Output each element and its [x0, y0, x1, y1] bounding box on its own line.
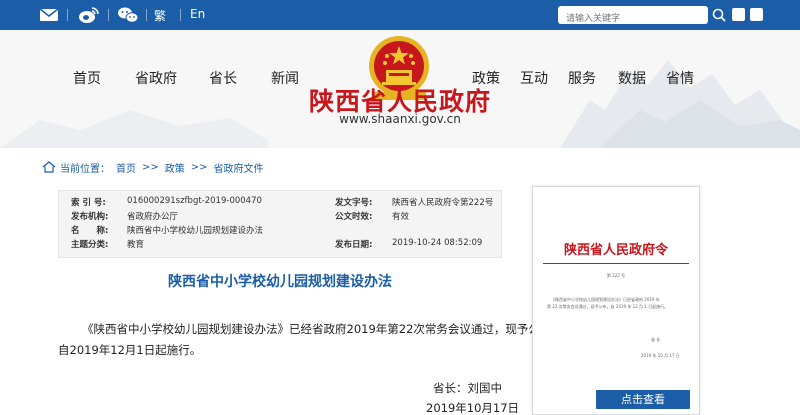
nav-item-data[interactable]: 数据	[618, 68, 646, 88]
document-title: 陕西省中小学校幼儿园规划建设办法	[168, 274, 392, 290]
name-value: 陕西省中小学校幼儿园规划建设办法	[127, 226, 264, 236]
document-paragraph-line-2: 自2019年12月1日起施行。	[58, 343, 202, 357]
decree-body-line-1: 《陕西省中小学校幼儿园规划建设办法》已经省政府 2019 年	[551, 297, 660, 302]
site-url: www.shaanxi.gov.cn	[339, 112, 461, 126]
site-header: 首页 省政府 省长 新闻 政策 互动 服务 数据 省情 陕西省人民政府 www.…	[0, 30, 800, 148]
breadcrumb-separator: >>	[142, 161, 159, 173]
nav-item-home[interactable]: 首页	[73, 68, 101, 88]
nav-item-services[interactable]: 服务	[568, 68, 596, 88]
mail-icon[interactable]	[38, 6, 60, 24]
nav-item-province-info[interactable]: 省情	[666, 68, 694, 88]
breadcrumb-separator: >>	[190, 161, 208, 173]
tile-icon[interactable]	[732, 8, 745, 21]
validity-label: 公文时效:	[335, 212, 373, 222]
issuer-value: 省政府办公厅	[127, 212, 179, 222]
validity-value: 有效	[392, 212, 410, 222]
name-label: 名 称:	[71, 226, 109, 236]
index-label: 索 引 号:	[71, 198, 106, 208]
search-box	[558, 6, 708, 28]
traditional-chinese-link[interactable]: 繁	[154, 7, 166, 24]
doc-number-value: 陕西省人民政府令第222号	[392, 198, 494, 208]
decree-preview-panel: 陕西省人民政府令 第 222 号 《陕西省中小学校幼儿园规划建设办法》已经省政府…	[532, 186, 700, 415]
english-link[interactable]: En	[190, 7, 205, 21]
decree-divider	[543, 263, 689, 264]
topic-label: 主题分类:	[71, 240, 109, 250]
search-icon[interactable]	[711, 6, 727, 24]
decree-date: 2019 年 10 月 17 日	[641, 353, 680, 358]
weibo-icon[interactable]	[76, 6, 102, 24]
breadcrumb: 当前位置： 首页 >> 政策 >> 省政府文件	[42, 160, 270, 175]
top-bar: 繁 En	[0, 0, 800, 30]
nav-item-governor[interactable]: 省长	[209, 68, 237, 88]
search-input[interactable]	[558, 10, 708, 28]
sign-date: 2019年10月17日	[426, 401, 520, 415]
nav-item-government[interactable]: 省政府	[135, 68, 177, 88]
doc-number-label: 发文字号:	[335, 198, 373, 208]
topic-value: 教育	[127, 240, 145, 250]
home-icon	[42, 161, 56, 173]
signer: 省长：刘国中	[433, 381, 502, 395]
tile-icon[interactable]	[750, 8, 763, 21]
publish-date-value: 2019-10-24 08:52:09	[392, 238, 483, 248]
decree-number: 第 222 号	[606, 273, 626, 278]
issuer-label: 发布机构:	[71, 212, 109, 222]
wechat-icon[interactable]	[116, 6, 140, 24]
publish-date-label: 发布日期:	[335, 240, 373, 250]
document-paragraph-line-1: 《陕西省中小学校幼儿园规划建设办法》已经省政府2019年第22次常务会议通过，现…	[82, 322, 563, 336]
decree-sign: 省 长	[651, 337, 661, 342]
breadcrumb-policy[interactable]: 政策	[165, 160, 185, 175]
view-document-button[interactable]: 点击查看	[596, 390, 690, 409]
breadcrumb-home[interactable]: 首页	[116, 160, 136, 175]
decree-body-line-2: 第 22 次常务会议通过，现予公布，自 2019 年 12 月 1 日起施行。	[547, 304, 669, 309]
breadcrumb-label: 当前位置：	[60, 163, 110, 175]
breadcrumb-government-docs[interactable]: 省政府文件	[214, 160, 264, 175]
decree-title: 陕西省人民政府令	[563, 243, 668, 258]
index-value: 016000291szfbgt-2019-000470	[127, 196, 262, 206]
document-info-table: 索 引 号: 016000291szfbgt-2019-000470 发布机构:…	[58, 190, 502, 258]
